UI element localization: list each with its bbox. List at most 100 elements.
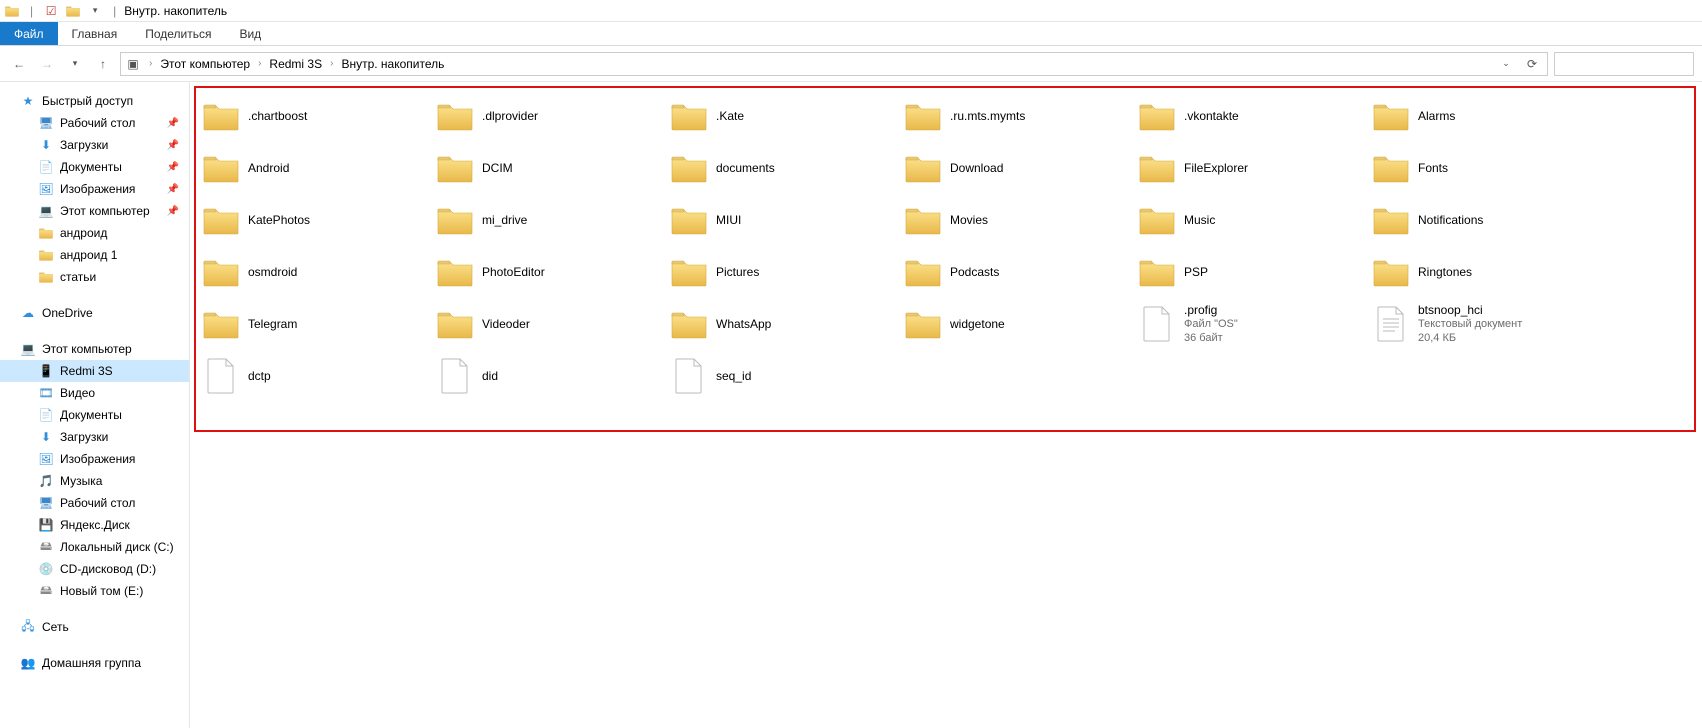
sidebar-desktop2[interactable]: 🖥Рабочий стол	[0, 492, 189, 514]
chevron-right-icon[interactable]: ›	[258, 58, 261, 69]
tab-home[interactable]: Главная	[58, 22, 132, 45]
sidebar-android[interactable]: андроид	[0, 222, 189, 244]
folder-item[interactable]: mi_drive	[430, 194, 664, 246]
folder-item[interactable]: Ringtones	[1366, 246, 1600, 298]
folder-item[interactable]: osmdroid	[196, 246, 430, 298]
folder-icon	[904, 253, 942, 291]
folder-item[interactable]: Telegram	[196, 298, 430, 350]
folder-item[interactable]: Videoder	[430, 298, 664, 350]
file-item[interactable]: did	[430, 350, 664, 402]
nav-up-button[interactable]: ↑	[92, 53, 114, 75]
file-item[interactable]: seq_id	[664, 350, 898, 402]
folder-item[interactable]: Podcasts	[898, 246, 1132, 298]
search-input[interactable]	[1554, 52, 1694, 76]
sidebar-this-pc[interactable]: 💻Этот компьютер	[0, 338, 189, 360]
folder-item[interactable]: widgetone	[898, 298, 1132, 350]
folder-item[interactable]: .dlprovider	[430, 90, 664, 142]
nav-recent-dropdown[interactable]: ▾	[64, 53, 86, 75]
sidebar-downloads2[interactable]: ⬇Загрузки	[0, 426, 189, 448]
sidebar-redmi[interactable]: 📱Redmi 3S	[0, 360, 189, 382]
folder-icon	[38, 225, 54, 241]
sidebar-new-e[interactable]: 🖴Новый том (E:)	[0, 580, 189, 602]
folder-item[interactable]: Alarms	[1366, 90, 1600, 142]
folder-item[interactable]: PhotoEditor	[430, 246, 664, 298]
sidebar-downloads[interactable]: ⬇Загрузки📌	[0, 134, 189, 156]
sidebar-yandex[interactable]: 💾Яндекс.Диск	[0, 514, 189, 536]
pictures-icon: 🖼	[38, 451, 54, 467]
sidebar-documents2[interactable]: 📄Документы	[0, 404, 189, 426]
folder-item[interactable]: PSP	[1132, 246, 1366, 298]
sidebar-quick-access[interactable]: ★Быстрый доступ	[0, 90, 189, 112]
sidebar-network[interactable]: 🖧Сеть	[0, 616, 189, 638]
item-subtype: Файл "OS"	[1184, 318, 1238, 332]
folder-item[interactable]: WhatsApp	[664, 298, 898, 350]
folder-item[interactable]: DCIM	[430, 142, 664, 194]
sidebar-music[interactable]: 🎵Музыка	[0, 470, 189, 492]
qat-dropdown-icon[interactable]: ▾	[87, 3, 103, 19]
tab-file[interactable]: Файл	[0, 22, 58, 45]
folder-item[interactable]: .chartboost	[196, 90, 430, 142]
properties-icon[interactable]: ☑	[43, 3, 59, 19]
homegroup-icon: 👥	[20, 655, 36, 671]
sidebar-cd-d[interactable]: 💿CD-дисковод (D:)	[0, 558, 189, 580]
qat-divider-2: |	[113, 4, 116, 18]
nav-forward-button[interactable]: →	[36, 53, 58, 75]
cloud-icon: ☁	[20, 305, 36, 321]
open-folder-icon[interactable]	[65, 3, 81, 19]
sidebar-pictures2[interactable]: 🖼Изображения	[0, 448, 189, 470]
sidebar-articles[interactable]: статьи	[0, 266, 189, 288]
folder-item[interactable]: documents	[664, 142, 898, 194]
chevron-right-icon[interactable]: ›	[149, 58, 152, 69]
sidebar-local-c[interactable]: 🖴Локальный диск (C:)	[0, 536, 189, 558]
sidebar-this-pc-quick[interactable]: 💻Этот компьютер📌	[0, 200, 189, 222]
sidebar-homegroup[interactable]: 👥Домашняя группа	[0, 652, 189, 674]
folder-item[interactable]: .Kate	[664, 90, 898, 142]
folder-item[interactable]: .vkontakte	[1132, 90, 1366, 142]
item-label: Podcasts	[950, 265, 999, 280]
file-item[interactable]: dctp	[196, 350, 430, 402]
file-grid: .chartboost.dlprovider.Kate.ru.mts.mymts…	[196, 90, 1696, 402]
folder-icon	[202, 253, 240, 291]
folder-item[interactable]: Music	[1132, 194, 1366, 246]
address-bar[interactable]: ▣ › Этот компьютер › Redmi 3S › Внутр. н…	[120, 52, 1548, 76]
folder-item[interactable]: KatePhotos	[196, 194, 430, 246]
folder-item[interactable]: Movies	[898, 194, 1132, 246]
addr-dropdown-icon[interactable]: ⌄	[1495, 58, 1517, 69]
file-item[interactable]: btsnoop_hciТекстовый документ20,4 КБ	[1366, 298, 1600, 350]
folder-item[interactable]: FileExplorer	[1132, 142, 1366, 194]
folder-item[interactable]: Fonts	[1366, 142, 1600, 194]
sidebar-video[interactable]: 🎞Видео	[0, 382, 189, 404]
folder-icon	[1138, 97, 1176, 135]
folder-qat-icon[interactable]	[4, 3, 20, 19]
documents-icon: 📄	[38, 159, 54, 175]
item-size: 20,4 КБ	[1418, 332, 1522, 346]
file-icon	[202, 357, 240, 395]
breadcrumb-device[interactable]: Redmi 3S	[269, 57, 322, 71]
tab-view[interactable]: Вид	[225, 22, 275, 45]
documents-icon: 📄	[38, 407, 54, 423]
sidebar-pictures[interactable]: 🖼Изображения📌	[0, 178, 189, 200]
breadcrumb-root[interactable]: Этот компьютер	[160, 57, 250, 71]
folder-item[interactable]: Download	[898, 142, 1132, 194]
folder-item[interactable]: Notifications	[1366, 194, 1600, 246]
sidebar-documents[interactable]: 📄Документы📌	[0, 156, 189, 178]
item-label: Telegram	[248, 317, 297, 332]
folder-item[interactable]: MIUI	[664, 194, 898, 246]
folder-item[interactable]: Android	[196, 142, 430, 194]
device-icon: ▣	[125, 56, 141, 72]
item-label: DCIM	[482, 161, 513, 176]
folder-item[interactable]: Pictures	[664, 246, 898, 298]
sidebar-onedrive[interactable]: ☁OneDrive	[0, 302, 189, 324]
chevron-right-icon[interactable]: ›	[330, 58, 333, 69]
tab-share[interactable]: Поделиться	[131, 22, 225, 45]
refresh-icon[interactable]: ⟳	[1521, 57, 1543, 71]
pc-icon: 💻	[38, 203, 54, 219]
sidebar-android1[interactable]: андроид 1	[0, 244, 189, 266]
file-icon	[436, 357, 474, 395]
breadcrumb-storage[interactable]: Внутр. накопитель	[341, 57, 444, 71]
sidebar-desktop[interactable]: 🖥Рабочий стол📌	[0, 112, 189, 134]
file-item[interactable]: .profigФайл "OS"36 байт	[1132, 298, 1366, 350]
folder-item[interactable]: .ru.mts.mymts	[898, 90, 1132, 142]
folder-icon	[670, 201, 708, 239]
nav-back-button[interactable]: ←	[8, 53, 30, 75]
